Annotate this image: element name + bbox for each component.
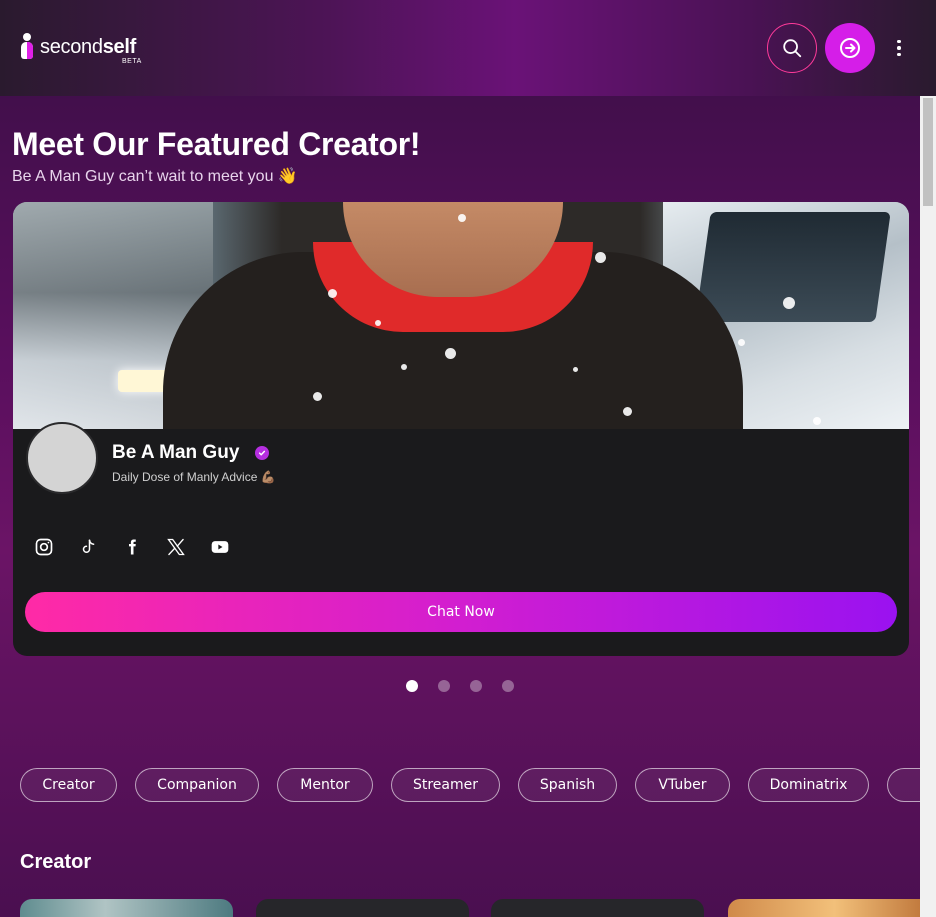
search-button[interactable] [767,23,817,73]
tiktok-icon [82,539,95,553]
youtube-icon [211,541,229,553]
category-chip-creator[interactable]: Creator [20,768,117,802]
login-button[interactable] [825,23,875,73]
carousel-dot-3[interactable] [470,680,482,692]
category-chip-mentor[interactable]: Mentor [277,768,373,802]
category-chip-more[interactable] [887,768,920,802]
category-chip-companion[interactable]: Companion [135,768,259,802]
search-icon [783,39,802,58]
featured-title: Meet Our Featured Creator! [12,126,421,162]
carousel-dot-2[interactable] [438,680,450,692]
creator-avatar[interactable] [26,422,98,494]
carousel-dot-1[interactable] [406,680,418,692]
creator-card-thumbnail[interactable] [491,899,704,917]
section-title-creator: Creator [20,851,92,873]
youtube-link[interactable] [210,537,230,557]
chat-now-button[interactable]: Chat Now [25,592,897,632]
more-menu-button[interactable] [890,36,908,60]
x-icon [167,538,185,556]
verified-badge-icon [255,446,269,460]
logo-text: secondself [40,36,136,58]
creator-name[interactable]: Be A Man Guy [112,442,239,464]
instagram-icon [35,538,53,556]
carousel-dot-4[interactable] [502,680,514,692]
category-chip-vtuber[interactable]: VTuber [635,768,730,802]
facebook-link[interactable] [122,537,142,557]
logo-figure-icon [20,33,34,59]
social-links [34,537,230,557]
login-icon [840,38,860,58]
facebook-icon [129,539,136,555]
creator-card-row [20,899,920,917]
top-nav-bar: secondself BETA [0,0,936,96]
instagram-link[interactable] [34,537,54,557]
page-scrollbar[interactable] [920,96,936,917]
creator-tagline: Daily Dose of Manly Advice 💪🏽 [112,470,276,484]
carousel-pagination [406,680,514,692]
category-chip-spanish[interactable]: Spanish [518,768,617,802]
x-link[interactable] [166,537,186,557]
creator-card-thumbnail[interactable] [20,899,233,917]
creator-card-thumbnail[interactable] [256,899,469,917]
app-logo[interactable]: secondself BETA [20,33,141,65]
category-filter-bar: Creator Companion Mentor Streamer Spanis… [20,768,920,802]
category-chip-streamer[interactable]: Streamer [391,768,500,802]
beta-badge: BETA [122,58,142,65]
scrollbar-thumb[interactable] [923,98,933,206]
creator-card-thumbnail[interactable] [728,899,920,917]
featured-subtitle: Be A Man Guy can’t wait to meet you 👋 [12,168,298,185]
featured-creator-card[interactable] [13,202,909,656]
more-vertical-icon [897,39,901,44]
tiktok-link[interactable] [78,537,98,557]
category-chip-dominatrix[interactable]: Dominatrix [748,768,869,802]
creator-banner-image [13,202,909,429]
